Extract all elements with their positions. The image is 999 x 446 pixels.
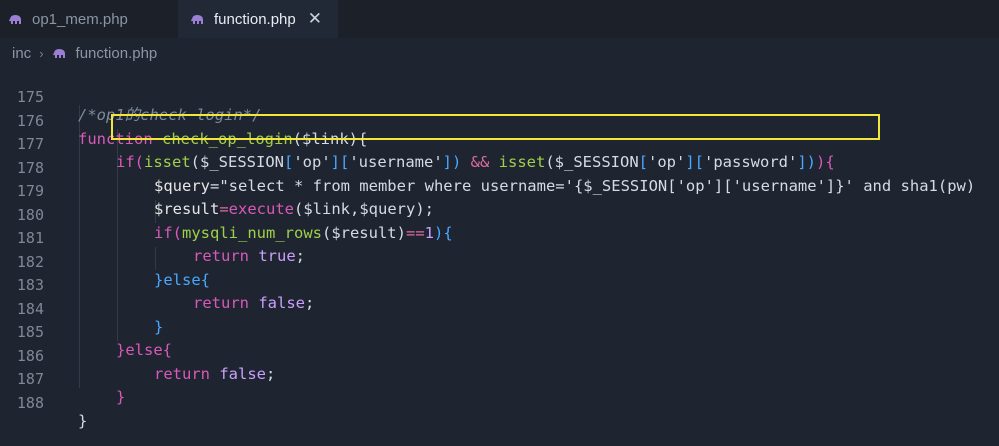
code-line: 185 }else{: [0, 303, 999, 359]
code-line: 181 return true;: [0, 209, 999, 265]
tab-label: op1_mem.php: [32, 10, 128, 28]
breadcrumb: inc › function.php: [0, 38, 999, 68]
highlight-box: [111, 114, 880, 140]
close-icon[interactable]: ✕: [308, 9, 322, 29]
tab-label: function.php: [214, 10, 296, 28]
breadcrumb-folder[interactable]: inc: [12, 45, 31, 62]
code-line: 187 }: [0, 350, 999, 406]
code-line: 182 }else{: [0, 233, 999, 289]
editor-tab-bar: op1_mem.php function.php ✕: [0, 0, 999, 39]
code-line: 188 }: [0, 374, 999, 430]
php-elephant-icon: [191, 15, 203, 24]
code-line: 180 if(mysqli_num_rows($result)==1){: [0, 186, 999, 242]
tab-op1-mem[interactable]: op1_mem.php: [8, 0, 178, 38]
code-line: 184 }: [0, 280, 999, 336]
code-line: 186 return false;: [0, 327, 999, 383]
code-editor[interactable]: 175 /*op1的check login*/ 176 function che…: [0, 68, 999, 430]
code-line: 179 $result=execute($link,$query);: [0, 162, 999, 218]
code-line: 176 function check_op_login($link){: [0, 92, 999, 148]
chevron-right-icon: ›: [39, 45, 44, 61]
code-line: 178 $query="select * from member where u…: [0, 139, 999, 195]
breadcrumb-file[interactable]: function.php: [76, 45, 158, 62]
code-text: }: [78, 411, 88, 430]
code-line: 183 return false;: [0, 256, 999, 312]
code-line: 175 /*op1的check login*/: [0, 68, 999, 124]
line-number: 188: [16, 393, 44, 412]
php-elephant-icon: [52, 49, 65, 58]
php-elephant-icon: [9, 15, 21, 24]
tab-function-php[interactable]: function.php ✕: [178, 0, 338, 38]
